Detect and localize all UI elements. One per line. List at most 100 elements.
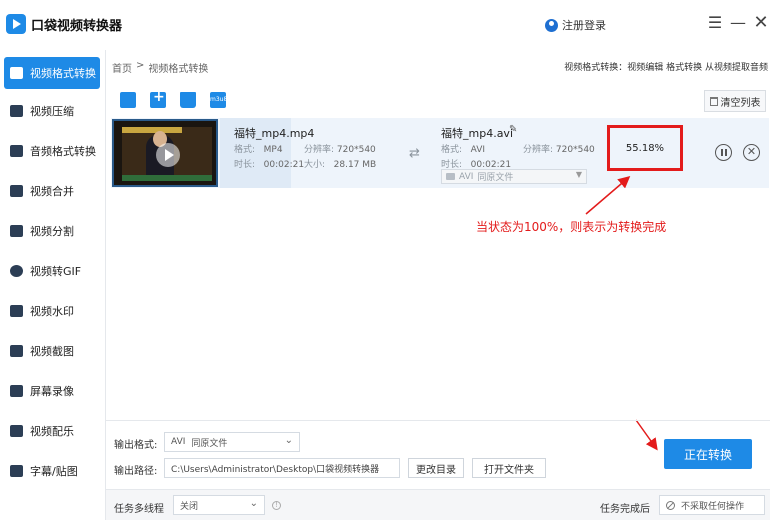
- output-resolution: 分辨率: 720*540: [523, 145, 595, 155]
- cancel-icon[interactable]: ✕: [743, 144, 760, 161]
- sidebar-item-label: 视频格式转换: [30, 67, 96, 80]
- toolbar: m3u8: [120, 89, 227, 108]
- sidebar-item-label: 视频转GIF: [30, 265, 82, 278]
- sidebar-item-split[interactable]: 视频分割: [4, 215, 100, 247]
- sidebar-item-compress[interactable]: 视频压缩: [4, 95, 100, 127]
- change-directory-button[interactable]: 更改目录: [408, 458, 464, 478]
- split-icon: [10, 225, 23, 237]
- output-format-select[interactable]: AVI 同原文件 ▼: [441, 169, 587, 184]
- app-logo-icon: [6, 14, 26, 34]
- compress-icon: [10, 105, 23, 117]
- sidebar-item-watermark[interactable]: 视频水印: [4, 295, 100, 327]
- clear-list-button[interactable]: 清空列表: [704, 90, 766, 112]
- login-button[interactable]: 注册登录: [545, 17, 606, 33]
- sidebar-item-label: 视频合并: [30, 185, 74, 198]
- sidebar-item-screenshot[interactable]: 视频截图: [4, 335, 100, 367]
- file-row[interactable]: 福特_mp4.mp4 格式: MP4 分辨率: 720*540 时长: 00:0…: [111, 118, 769, 188]
- multithread-dropdown[interactable]: 关闭 ⌄: [173, 495, 265, 515]
- sidebar: 视频格式转换 视频压缩 音频格式转换 视频合并 视频分割 视频转GIF 视频水印…: [0, 50, 106, 520]
- sidebar-item-label: 视频配乐: [30, 425, 74, 438]
- sidebar-item-label: 视频压缩: [30, 105, 74, 118]
- info-icon[interactable]: !: [272, 501, 281, 510]
- thumbnail-caption-bar: [122, 175, 212, 181]
- add-file-icon[interactable]: [120, 92, 136, 108]
- multithread-label: 任务多线程: [114, 504, 164, 515]
- title-bar: 口袋视频转换器 注册登录 ☰ — ✕: [0, 0, 770, 50]
- ban-icon: [666, 500, 675, 510]
- output-path-input[interactable]: C:\Users\Administrator\Desktop\口袋视频转换器: [164, 458, 400, 478]
- play-icon[interactable]: [156, 143, 180, 167]
- select-quality-value: 同原文件: [477, 173, 514, 183]
- source-file-name: 福特_mp4.mp4: [234, 127, 315, 140]
- clear-list-label: 清空列表: [720, 97, 761, 109]
- sidebar-item-subtitle[interactable]: 字幕/贴图: [4, 455, 100, 487]
- user-icon: [545, 18, 558, 32]
- video-format-icon: [446, 173, 455, 180]
- login-label: 注册登录: [562, 19, 606, 32]
- breadcrumb-home[interactable]: 首页: [112, 60, 132, 75]
- sidebar-item-label: 视频截图: [30, 345, 74, 358]
- m3u8-icon[interactable]: m3u8: [210, 92, 227, 108]
- converting-button[interactable]: 正在转换: [664, 439, 752, 469]
- output-file-name: 福特_mp4.avi: [441, 127, 513, 140]
- thumbnail-banner: [122, 127, 182, 133]
- chevron-down-icon: ▼: [575, 170, 582, 179]
- sidebar-item-audio-convert[interactable]: 音频格式转换: [4, 135, 100, 167]
- watermark-icon: [10, 305, 23, 317]
- close-icon[interactable]: ✕: [752, 13, 770, 33]
- edit-name-icon[interactable]: ✎: [509, 124, 517, 135]
- main-panel: 首页 > 视频格式转换 视频格式转换：视频编辑 格式转换 从视频提取音频 m3u…: [106, 50, 770, 520]
- after-task-value: 不采取任何操作: [681, 501, 745, 512]
- video-icon: [10, 67, 23, 79]
- chevron-down-icon: ⌄: [249, 498, 258, 509]
- sidebar-item-music[interactable]: 视频配乐: [4, 415, 100, 447]
- screen-record-icon: [10, 385, 23, 397]
- multithread-value: 关闭: [180, 501, 199, 512]
- source-size: 大小: 28.17 MB: [304, 160, 377, 170]
- sidebar-item-label: 屏幕录像: [30, 385, 74, 398]
- subtitle-icon: [10, 465, 23, 477]
- batch-add-icon[interactable]: [180, 92, 196, 108]
- music-icon: [10, 425, 23, 437]
- pause-icon[interactable]: [715, 144, 732, 161]
- output-quality-value: 同原文件: [191, 438, 228, 449]
- convert-arrow-icon: ⇄: [409, 146, 420, 161]
- source-resolution: 分辨率: 720*540: [304, 145, 376, 155]
- select-format-value: AVI: [459, 171, 474, 182]
- sidebar-item-label: 字幕/贴图: [30, 465, 78, 478]
- trash-icon: [709, 96, 718, 106]
- breadcrumb-current: 视频格式转换: [148, 64, 209, 75]
- screenshot-icon: [10, 345, 23, 357]
- sidebar-item-merge[interactable]: 视频合并: [4, 175, 100, 207]
- sidebar-item-label: 视频水印: [30, 305, 74, 318]
- sidebar-item-label: 音频格式转换: [30, 145, 96, 158]
- footer-bar: 任务多线程 关闭 ⌄ ! 任务完成后 不采取任何操作: [106, 489, 770, 520]
- annotation-text: 当状态为100%，则表示为转换完成: [476, 220, 667, 234]
- audio-icon: [10, 145, 23, 157]
- source-format: 格式: MP4: [234, 145, 283, 155]
- app-title: 口袋视频转换器: [31, 19, 123, 34]
- output-format-value: AVI: [171, 437, 186, 447]
- output-settings: 输出格式: AVI 同原文件 ⌄ 输出路径: C:\Users\Administ…: [106, 420, 770, 520]
- breadcrumb: 首页 > 视频格式转换: [112, 60, 208, 75]
- minimize-icon[interactable]: —: [729, 13, 747, 33]
- sidebar-item-screen-record[interactable]: 屏幕录像: [4, 375, 100, 407]
- sidebar-item-video-convert[interactable]: 视频格式转换: [4, 57, 100, 89]
- output-format-label: 输出格式:: [114, 440, 158, 451]
- output-format: 格式: AVI: [441, 145, 486, 155]
- after-task-label: 任务完成后: [600, 504, 650, 515]
- feature-links[interactable]: 视频格式转换：视频编辑 格式转换 从视频提取音频: [564, 60, 768, 73]
- add-folder-icon[interactable]: [150, 89, 166, 108]
- gif-icon: [10, 265, 23, 277]
- sidebar-item-gif[interactable]: 视频转GIF: [4, 255, 100, 287]
- after-task-dropdown[interactable]: 不采取任何操作: [659, 495, 765, 515]
- breadcrumb-separator: >: [136, 60, 145, 71]
- sidebar-item-label: 视频分割: [30, 225, 74, 238]
- open-folder-button[interactable]: 打开文件夹: [472, 458, 546, 478]
- progress-status: 55.18%: [607, 125, 683, 171]
- video-thumbnail[interactable]: [112, 119, 218, 187]
- output-format-dropdown[interactable]: AVI 同原文件 ⌄: [164, 432, 300, 452]
- menu-icon[interactable]: ☰: [706, 13, 724, 33]
- chevron-down-icon: ⌄: [284, 435, 293, 446]
- progress-value: 55.18%: [625, 142, 665, 154]
